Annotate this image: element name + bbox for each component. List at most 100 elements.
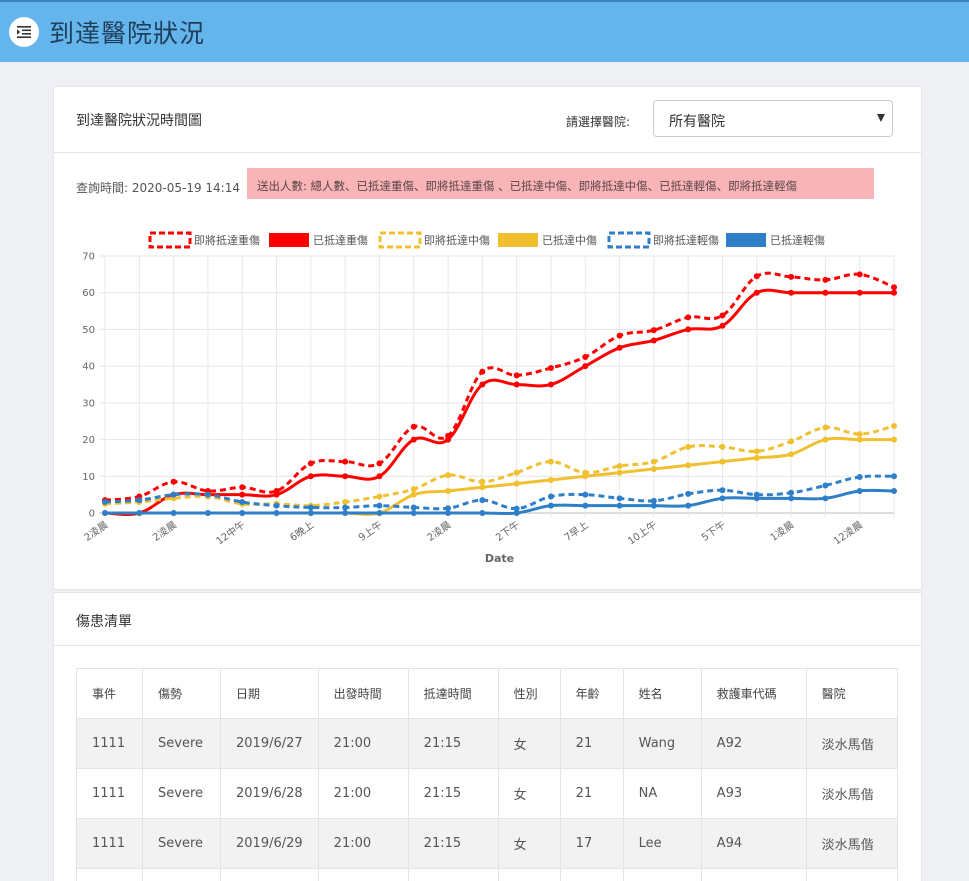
data-point — [856, 431, 863, 438]
data-point — [513, 480, 520, 487]
data-point — [753, 448, 760, 455]
table-cell: NA — [622, 768, 702, 819]
data-point — [856, 474, 863, 481]
data-point — [239, 491, 246, 498]
data-point — [616, 332, 623, 339]
data-point — [856, 487, 863, 494]
data-point — [788, 273, 795, 280]
table-cell: 21:00 — [317, 718, 409, 769]
data-point — [410, 510, 417, 516]
y-tick-label: 50 — [82, 325, 95, 336]
table-cell: A93 — [700, 768, 807, 819]
top-bar: 到達醫院狀況 — [0, 0, 969, 62]
table-cell: 淡水馬偕 — [805, 818, 898, 869]
data-point — [102, 498, 108, 505]
table-cell: Lee — [622, 818, 702, 869]
table-cell — [559, 868, 624, 881]
table-cell: 2019/6/29 — [220, 818, 319, 869]
table-cell: Severe — [142, 768, 221, 819]
legend-label: 即將抵達中傷 — [424, 233, 490, 247]
data-point — [547, 458, 554, 465]
data-point — [822, 289, 829, 296]
table-cell: Severe — [142, 718, 221, 769]
data-point — [513, 469, 520, 476]
y-tick-label: 0 — [89, 509, 95, 520]
x-tick-label: 9上午 — [356, 518, 385, 544]
x-tick-label: 2凌晨 — [150, 518, 179, 544]
patient-card-header: 傷患清單 — [54, 593, 921, 646]
data-point — [513, 381, 520, 388]
column-header: 出發時間 — [317, 668, 409, 719]
table-cell: 1111 — [76, 768, 143, 819]
table-row[interactable]: 1111 Severe 2019/6/28 21:00 21:15 女 21 NA A93 淡水馬… — [76, 768, 898, 819]
data-point — [582, 363, 589, 370]
data-point — [719, 322, 726, 329]
column-header: 年齡 — [559, 668, 624, 719]
table-cell: 女 — [497, 818, 561, 869]
x-tick-label: 1凌晨 — [767, 518, 796, 544]
data-point — [753, 454, 760, 461]
data-point — [753, 495, 760, 502]
table-cell: 2019/6/27 — [220, 718, 319, 769]
data-point — [822, 276, 829, 283]
data-point — [788, 451, 795, 458]
data-point — [547, 493, 554, 500]
table-cell: 17 — [559, 818, 624, 869]
data-point — [719, 443, 726, 450]
page-title: 到達醫院狀況 — [49, 19, 206, 48]
data-point — [856, 289, 863, 296]
data-point — [685, 314, 692, 321]
data-point — [891, 284, 897, 291]
data-point — [616, 495, 623, 502]
table-cell: 淡水馬偕 — [805, 768, 898, 819]
data-point — [376, 502, 383, 509]
table-cell: 21:00 — [317, 818, 409, 869]
data-point — [650, 465, 657, 472]
data-point — [582, 491, 589, 498]
table-cell: Wang — [622, 718, 702, 769]
data-point — [136, 497, 143, 504]
table-cell: A92 — [700, 718, 807, 769]
data-point — [445, 487, 452, 494]
x-tick-label: 2凌晨 — [81, 518, 110, 544]
data-point — [650, 458, 657, 465]
menu-toggle-button[interactable] — [9, 17, 39, 47]
table-cell: 女 — [497, 718, 561, 769]
data-point — [891, 473, 897, 480]
data-point — [719, 487, 726, 494]
data-point — [719, 458, 726, 465]
data-point — [891, 422, 897, 429]
data-point — [479, 497, 486, 504]
data-point — [376, 510, 383, 516]
data-point — [685, 502, 692, 509]
data-point — [479, 510, 486, 516]
table-row[interactable]: 1111 Severe 2019/6/27 21:00 21:15 女 21 Wang A92 淡… — [76, 718, 898, 769]
data-point — [547, 381, 554, 388]
data-point — [307, 460, 314, 467]
data-point — [547, 364, 554, 371]
data-point — [479, 484, 486, 491]
patient-table: 事件 傷勢 日期 出發時間 抵達時間 性別 年齡 姓名 救護車代碼 醫院 1111 Severe 20… — [76, 668, 898, 881]
table-cell: 淡水馬偕 — [805, 718, 898, 769]
series-line — [104, 474, 895, 511]
data-point — [479, 381, 486, 388]
table-row[interactable] — [76, 868, 898, 881]
table-cell: 21:15 — [407, 818, 499, 869]
data-point — [239, 498, 246, 505]
data-point — [891, 289, 897, 296]
data-point — [753, 289, 760, 296]
data-point — [445, 472, 452, 479]
x-tick-label: 6晚上 — [288, 519, 316, 544]
legend-label: 已抵達中傷 — [542, 233, 597, 247]
legend-label: 已抵達重傷 — [313, 233, 368, 247]
data-point — [685, 490, 692, 497]
table-row[interactable]: 1111 Severe 2019/6/29 21:00 21:15 女 17 Lee A94 淡水… — [76, 818, 898, 869]
data-point — [616, 469, 623, 476]
data-point — [376, 473, 383, 480]
data-point — [822, 482, 829, 489]
data-point — [376, 493, 383, 500]
table-cell: A94 — [700, 818, 807, 869]
table-cell: 2019/6/28 — [220, 768, 319, 819]
column-header: 抵達時間 — [407, 668, 499, 719]
data-point — [513, 510, 520, 516]
